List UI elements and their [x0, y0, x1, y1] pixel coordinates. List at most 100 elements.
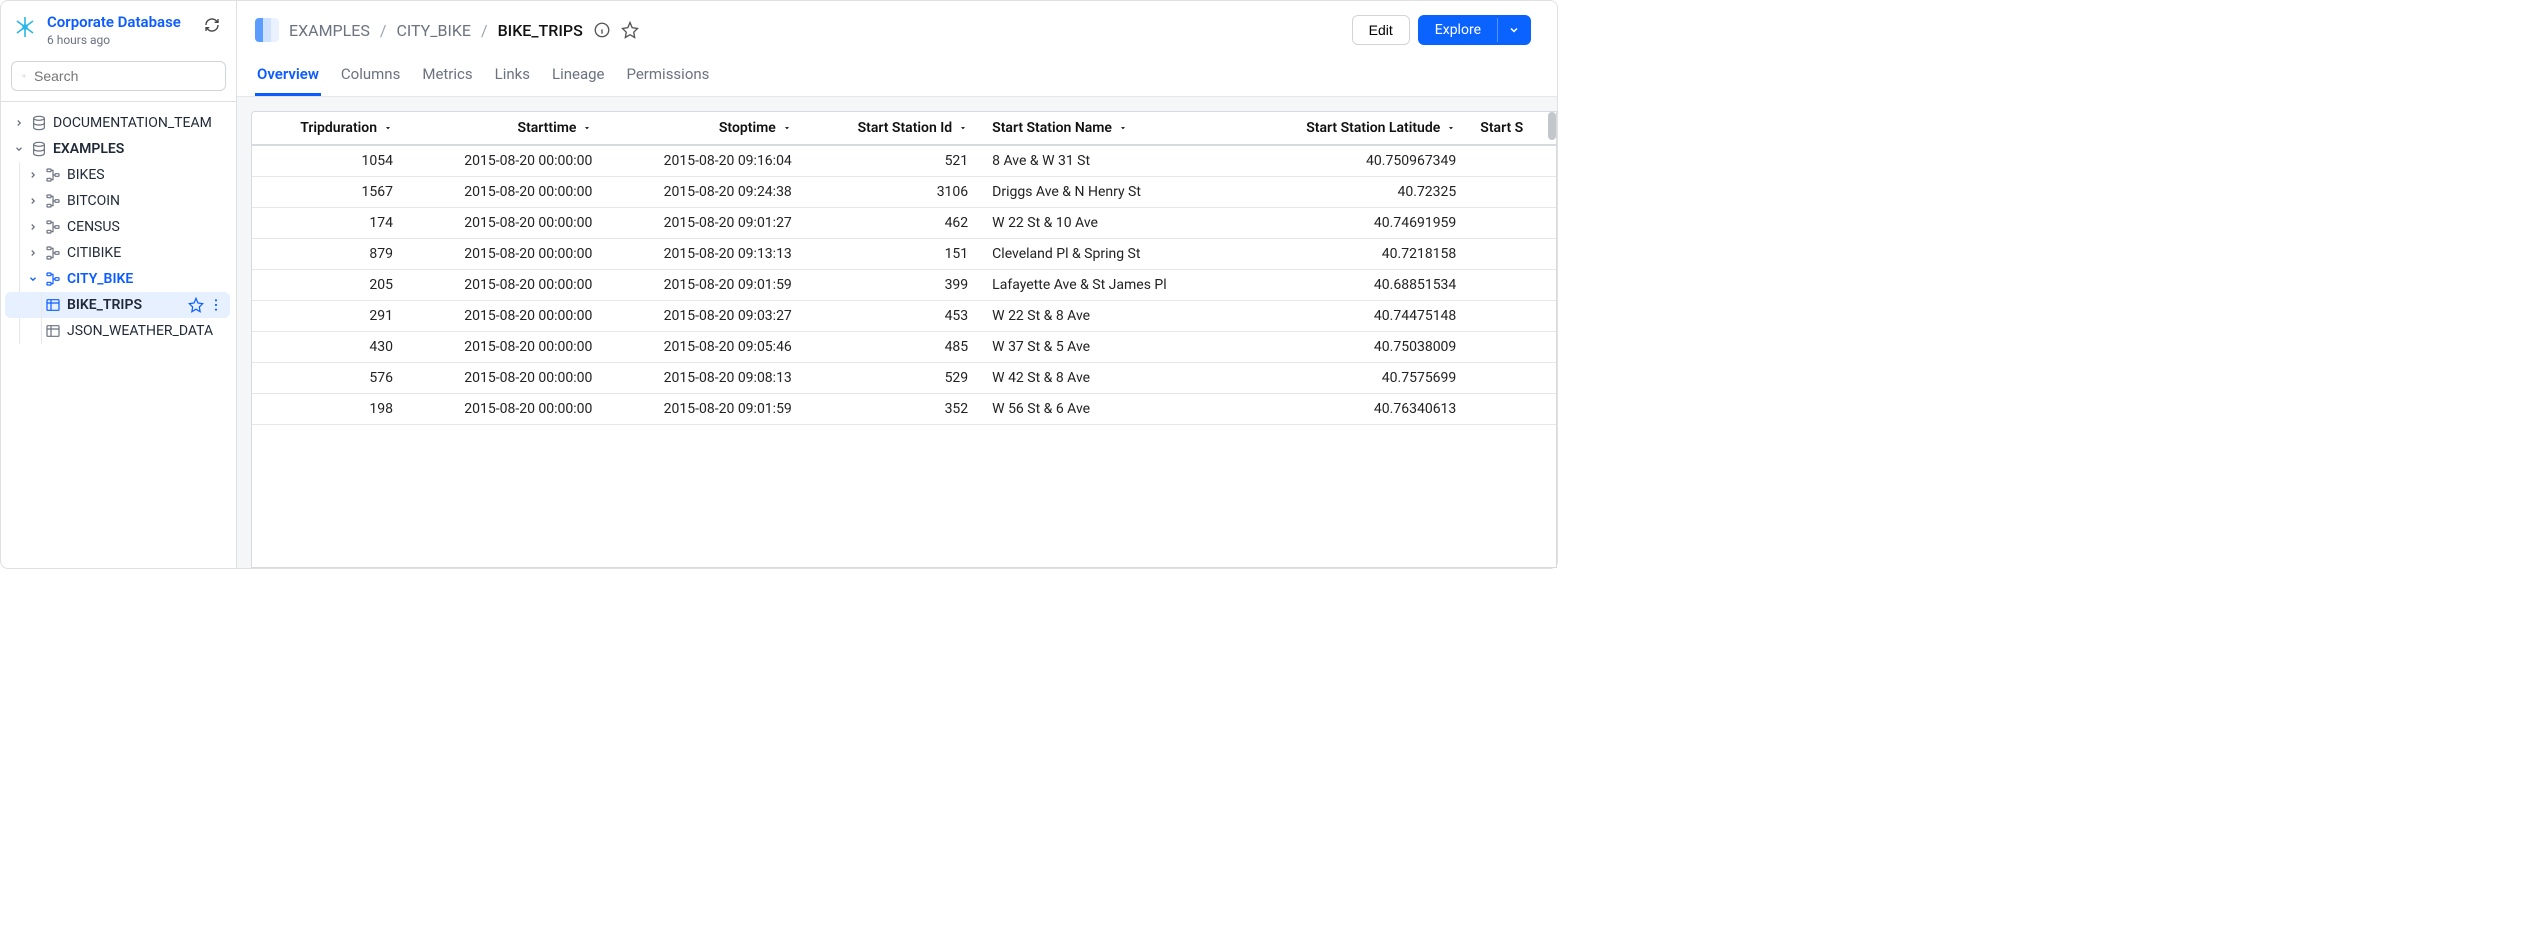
- tab-lineage[interactable]: Lineage: [550, 59, 607, 96]
- cell-starttime: 2015-08-20 00:00:00: [405, 270, 604, 301]
- cell-start-station-id: 399: [804, 270, 980, 301]
- column-header-partial[interactable]: Start S: [1468, 112, 1556, 145]
- column-header-label: Start S: [1480, 120, 1523, 136]
- cell-partial: [1468, 208, 1556, 239]
- tree-label: CENSUS: [67, 219, 224, 235]
- cell-start-station-latitude: 40.74475148: [1240, 301, 1468, 332]
- tree-item-bike-trips[interactable]: BIKE_TRIPS: [5, 292, 230, 318]
- data-table: Tripduration Starttime Stoptime Start St…: [251, 111, 1557, 568]
- breadcrumb-schema[interactable]: CITY_BIKE: [396, 21, 471, 40]
- tree-item-documentation-team[interactable]: DOCUMENTATION_TEAM: [5, 110, 230, 136]
- column-header-start-station-name[interactable]: Start Station Name: [980, 112, 1240, 145]
- explore-button-group: Explore: [1418, 15, 1531, 45]
- info-icon[interactable]: [593, 21, 611, 39]
- column-header-start-station-id[interactable]: Start Station Id: [804, 112, 980, 145]
- cell-starttime: 2015-08-20 00:00:00: [405, 208, 604, 239]
- tab-bar: Overview Columns Metrics Links Lineage P…: [237, 55, 1557, 97]
- cell-start-station-name: W 37 St & 5 Ave: [980, 332, 1240, 363]
- column-header-starttime[interactable]: Starttime: [405, 112, 604, 145]
- column-header-label: Tripduration: [300, 120, 377, 136]
- column-header-label: Stoptime: [719, 120, 776, 136]
- favorite-button[interactable]: [621, 21, 639, 39]
- cell-partial: [1468, 177, 1556, 208]
- table-row[interactable]: 1742015-08-20 00:00:002015-08-20 09:01:2…: [252, 208, 1556, 239]
- cell-tripduration: 205: [252, 270, 405, 301]
- schema-icon: [45, 219, 61, 235]
- table-row[interactable]: 4302015-08-20 00:00:002015-08-20 09:05:4…: [252, 332, 1556, 363]
- breadcrumb-sep: /: [481, 21, 488, 40]
- tree-item-bikes[interactable]: BIKES: [5, 162, 230, 188]
- database-icon: [31, 115, 47, 131]
- sort-icon: [383, 123, 393, 133]
- breadcrumb-root[interactable]: EXAMPLES: [289, 21, 370, 40]
- schema-icon: [45, 193, 61, 209]
- column-header-stoptime[interactable]: Stoptime: [604, 112, 803, 145]
- cell-starttime: 2015-08-20 00:00:00: [405, 301, 604, 332]
- explore-button[interactable]: Explore: [1419, 16, 1497, 44]
- cell-partial: [1468, 145, 1556, 177]
- tree-item-bitcoin[interactable]: BITCOIN: [5, 188, 230, 214]
- edit-button[interactable]: Edit: [1352, 15, 1410, 45]
- cell-start-station-id: 453: [804, 301, 980, 332]
- table-row[interactable]: 15672015-08-20 00:00:002015-08-20 09:24:…: [252, 177, 1556, 208]
- search-input-wrapper[interactable]: [11, 61, 226, 91]
- tree-item-examples[interactable]: EXAMPLES: [5, 136, 230, 162]
- table-row[interactable]: 2052015-08-20 00:00:002015-08-20 09:01:5…: [252, 270, 1556, 301]
- table-row[interactable]: 2912015-08-20 00:00:002015-08-20 09:03:2…: [252, 301, 1556, 332]
- column-header-start-station-latitude[interactable]: Start Station Latitude: [1240, 112, 1468, 145]
- chevron-right-icon: [27, 221, 39, 233]
- sort-icon: [1118, 123, 1128, 133]
- tree-label: JSON_WEATHER_DATA: [67, 323, 224, 339]
- content-area: Tripduration Starttime Stoptime Start St…: [237, 97, 1557, 568]
- cell-tripduration: 430: [252, 332, 405, 363]
- table-row[interactable]: 5762015-08-20 00:00:002015-08-20 09:08:1…: [252, 363, 1556, 394]
- cell-start-station-name: W 22 St & 10 Ave: [980, 208, 1240, 239]
- table-row[interactable]: 1982015-08-20 00:00:002015-08-20 09:01:5…: [252, 394, 1556, 425]
- tree-label: EXAMPLES: [53, 141, 224, 157]
- cell-start-station-name: W 56 St & 6 Ave: [980, 394, 1240, 425]
- table-row[interactable]: 8792015-08-20 00:00:002015-08-20 09:13:1…: [252, 239, 1556, 270]
- tree-item-census[interactable]: CENSUS: [5, 214, 230, 240]
- cell-start-station-name: W 42 St & 8 Ave: [980, 363, 1240, 394]
- table-icon: [45, 297, 61, 313]
- topbar: EXAMPLES / CITY_BIKE / BIKE_TRIPS Edit E…: [237, 1, 1557, 55]
- search-input[interactable]: [34, 68, 215, 84]
- cell-start-station-id: 529: [804, 363, 980, 394]
- table-row[interactable]: 10542015-08-20 00:00:002015-08-20 09:16:…: [252, 145, 1556, 177]
- database-title[interactable]: Corporate Database: [47, 13, 190, 31]
- database-updated-time: 6 hours ago: [47, 33, 190, 47]
- chevron-down-icon: [13, 143, 25, 155]
- cell-start-station-id: 485: [804, 332, 980, 363]
- tree-item-citibike[interactable]: CITIBIKE: [5, 240, 230, 266]
- cell-tripduration: 198: [252, 394, 405, 425]
- data-scroll-container[interactable]: Tripduration Starttime Stoptime Start St…: [252, 112, 1556, 567]
- cell-start-station-id: 151: [804, 239, 980, 270]
- tree-item-json-weather-data[interactable]: JSON_WEATHER_DATA: [5, 318, 230, 344]
- more-icon[interactable]: [208, 297, 224, 313]
- cell-partial: [1468, 239, 1556, 270]
- tab-links[interactable]: Links: [493, 59, 532, 96]
- tree-item-city-bike[interactable]: CITY_BIKE: [5, 266, 230, 292]
- tab-columns[interactable]: Columns: [339, 59, 402, 96]
- vertical-scrollbar[interactable]: [1548, 112, 1556, 140]
- column-header-label: Start Station Name: [992, 120, 1112, 136]
- column-header-tripduration[interactable]: Tripduration: [252, 112, 405, 145]
- tab-permissions[interactable]: Permissions: [624, 59, 711, 96]
- star-icon[interactable]: [188, 297, 204, 313]
- explore-dropdown-button[interactable]: [1497, 18, 1530, 42]
- cell-start-station-latitude: 40.68851534: [1240, 270, 1468, 301]
- cell-stoptime: 2015-08-20 09:08:13: [604, 363, 803, 394]
- breadcrumb-sep: /: [380, 21, 387, 40]
- refresh-button[interactable]: [200, 13, 224, 37]
- tab-metrics[interactable]: Metrics: [420, 59, 474, 96]
- cell-start-station-name: Driggs Ave & N Henry St: [980, 177, 1240, 208]
- tree-label: BIKES: [67, 167, 224, 183]
- tab-overview[interactable]: Overview: [255, 59, 321, 96]
- sort-icon: [958, 123, 968, 133]
- cell-tripduration: 879: [252, 239, 405, 270]
- snowflake-logo-icon: [13, 15, 37, 39]
- table-badge-icon: [255, 18, 279, 42]
- cell-stoptime: 2015-08-20 09:16:04: [604, 145, 803, 177]
- column-header-label: Start Station Id: [858, 120, 953, 136]
- cell-stoptime: 2015-08-20 09:13:13: [604, 239, 803, 270]
